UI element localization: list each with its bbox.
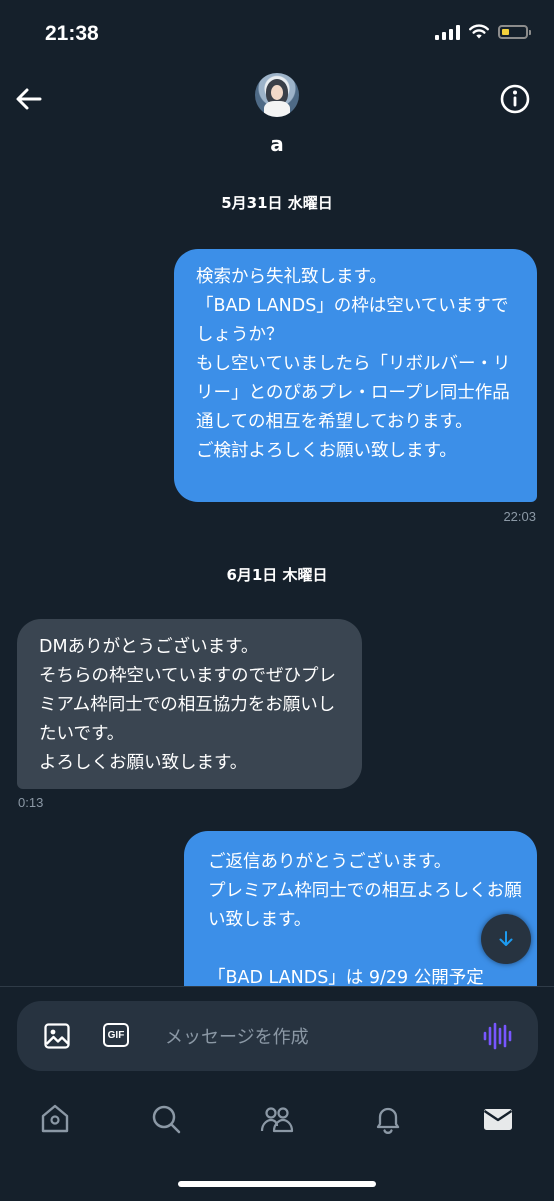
cellular-signal-icon <box>435 24 460 40</box>
communities-icon <box>260 1107 294 1133</box>
messages-icon <box>483 1109 513 1130</box>
search-icon <box>152 1105 181 1134</box>
notifications-icon <box>376 1107 400 1134</box>
message-bubble-outgoing[interactable]: 検索から失礼致します。 「BAD LANDS」の枠は空いていますでしょうか？ も… <box>174 249 537 502</box>
conversation-name[interactable]: a <box>0 132 554 156</box>
info-button[interactable] <box>498 82 532 116</box>
battery-icon <box>498 25 531 39</box>
date-separator: 6月1日 木曜日 <box>226 566 328 584</box>
info-icon <box>500 84 530 114</box>
add-image-button[interactable] <box>43 1022 71 1050</box>
bottom-tab-bar <box>0 1094 554 1154</box>
message-timestamp: 0:13 <box>18 795 44 810</box>
message-bubble-outgoing[interactable]: ご返信ありがとうございます。 プレミアム枠同士での相互よろしくお願い致します。 … <box>184 831 537 1011</box>
message-input[interactable] <box>163 1021 467 1053</box>
message-timestamp: 22:03 <box>503 509 536 524</box>
status-bar: 21:38 <box>0 0 554 64</box>
back-button[interactable] <box>12 82 46 116</box>
avatar[interactable] <box>255 73 299 117</box>
message-composer: GIF <box>17 1001 538 1071</box>
message-bubble-incoming[interactable]: DMありがとうございます。 そちらの枠空いていますのでぜひプレミアム枠同士での相… <box>17 619 362 789</box>
home-icon <box>41 1104 69 1133</box>
back-arrow-icon <box>16 88 42 110</box>
tab-home[interactable] <box>38 1102 72 1136</box>
tab-search[interactable] <box>149 1102 183 1136</box>
tab-notifications[interactable] <box>371 1102 405 1136</box>
scroll-to-bottom-button[interactable] <box>481 914 531 964</box>
image-icon <box>44 1023 70 1049</box>
status-icons <box>435 24 531 40</box>
conversation-header: a <box>0 64 554 174</box>
tab-communities[interactable] <box>260 1102 294 1136</box>
date-separator: 5月31日 水曜日 <box>221 194 333 212</box>
arrow-down-icon <box>499 931 513 946</box>
voice-message-button[interactable] <box>482 1022 512 1050</box>
gif-icon[interactable]: GIF <box>103 1023 129 1047</box>
wifi-icon <box>469 24 489 39</box>
tab-messages[interactable] <box>481 1102 515 1136</box>
status-time: 21:38 <box>45 22 99 45</box>
home-indicator[interactable] <box>178 1181 376 1187</box>
voice-wave-icon <box>483 1022 512 1050</box>
